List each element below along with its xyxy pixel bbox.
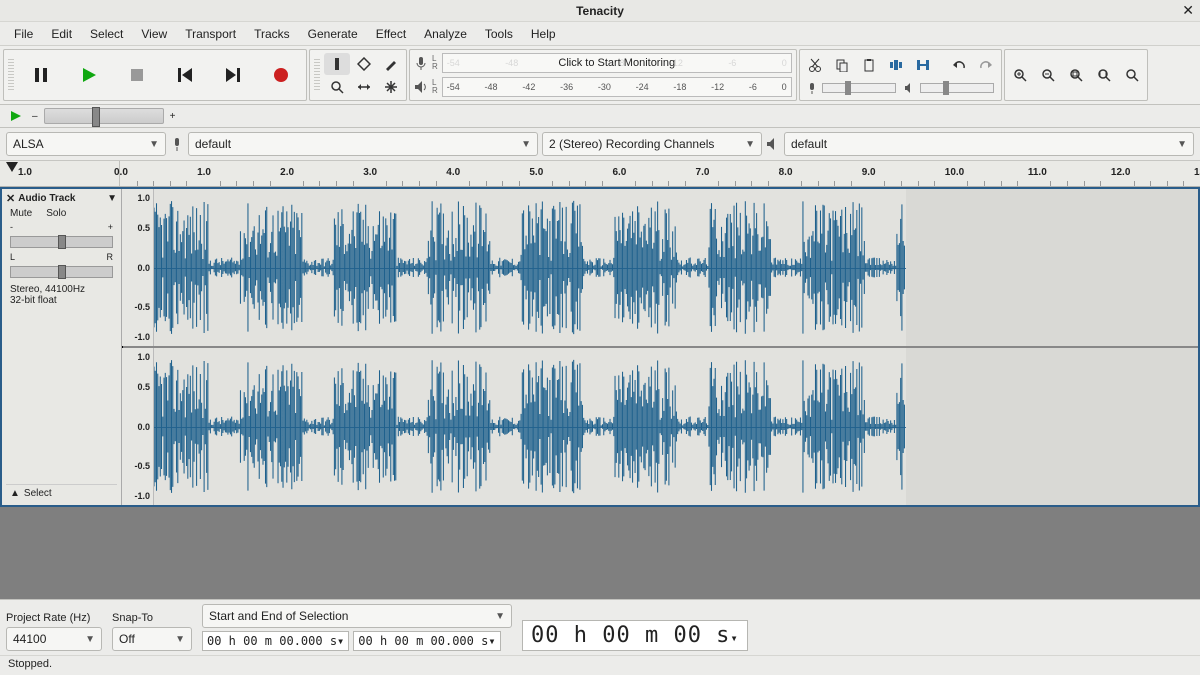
selection-start-time[interactable]: 00 h 00 m 00.000 s▾ bbox=[202, 631, 349, 651]
playback-device-combo[interactable]: default▼ bbox=[784, 132, 1194, 156]
draw-tool[interactable] bbox=[378, 53, 404, 75]
track-select-label[interactable]: Select bbox=[24, 488, 52, 499]
transport-toolbar bbox=[3, 49, 307, 101]
zoom-toolbar bbox=[1004, 49, 1148, 101]
mute-button[interactable]: Mute bbox=[10, 208, 32, 219]
menu-analyze[interactable]: Analyze bbox=[416, 23, 475, 45]
gain-slider[interactable] bbox=[10, 236, 113, 248]
track-control-panel[interactable]: ✕ Audio Track ▼ Mute Solo LR Stereo, 441… bbox=[2, 189, 122, 505]
mic-icon bbox=[170, 137, 184, 151]
tools-toolbar bbox=[309, 49, 407, 101]
copy-button[interactable] bbox=[829, 52, 855, 78]
multi-tool[interactable] bbox=[378, 76, 404, 98]
zoom-tool[interactable] bbox=[324, 76, 350, 98]
timeshift-tool[interactable] bbox=[351, 76, 377, 98]
tracks-area: ✕ Audio Track ▼ Mute Solo LR Stereo, 441… bbox=[0, 187, 1200, 599]
window-title: Tenacity bbox=[576, 4, 624, 18]
channel-left: 1.00.50.0-0.5-1.0 bbox=[122, 189, 1198, 348]
grip[interactable] bbox=[314, 59, 320, 91]
speaker-icon[interactable] bbox=[414, 80, 428, 94]
menubar: File Edit Select View Transport Tracks G… bbox=[0, 22, 1200, 46]
cut-button[interactable] bbox=[802, 52, 828, 78]
menu-tools[interactable]: Tools bbox=[477, 23, 521, 45]
selection-end-time[interactable]: 00 h 00 m 00.000 s▾ bbox=[353, 631, 500, 651]
skip-end-button[interactable] bbox=[210, 55, 256, 95]
mic-icon[interactable] bbox=[414, 56, 428, 70]
recording-meter[interactable]: -54 -48 -4 Click to Start Monitoring .8 … bbox=[442, 53, 792, 73]
play-at-speed-toolbar: – + bbox=[0, 105, 1200, 128]
snap-to-combo[interactable]: Off▼ bbox=[112, 627, 192, 651]
edit-toolbar bbox=[799, 49, 1002, 101]
paste-button[interactable] bbox=[856, 52, 882, 78]
monitoring-hint[interactable]: Click to Start Monitoring bbox=[443, 57, 791, 69]
waveform-left[interactable] bbox=[154, 189, 1198, 346]
stop-button[interactable] bbox=[114, 55, 160, 95]
track-name[interactable]: Audio Track bbox=[18, 193, 75, 204]
selection-tool[interactable] bbox=[324, 53, 350, 75]
envelope-tool[interactable] bbox=[351, 53, 377, 75]
play-button[interactable] bbox=[66, 55, 112, 95]
project-rate-combo[interactable]: 44100▼ bbox=[6, 627, 102, 651]
menu-help[interactable]: Help bbox=[523, 23, 564, 45]
playback-speed-slider[interactable] bbox=[44, 108, 164, 124]
menu-generate[interactable]: Generate bbox=[300, 23, 366, 45]
menu-select[interactable]: Select bbox=[82, 23, 131, 45]
lr-label: LR bbox=[432, 55, 438, 71]
timeline-marker-icon bbox=[6, 162, 18, 172]
menu-transport[interactable]: Transport bbox=[177, 23, 244, 45]
recording-channels-combo[interactable]: 2 (Stereo) Recording Channels▼ bbox=[542, 132, 762, 156]
track-format-info: Stereo, 44100Hz 32-bit float bbox=[6, 282, 117, 308]
zoom-out-button[interactable] bbox=[1035, 62, 1061, 88]
audio-position-display[interactable]: 00 h 00 m 00 s▾ bbox=[522, 620, 748, 651]
pause-button[interactable] bbox=[18, 55, 64, 95]
zoom-in-button[interactable] bbox=[1007, 62, 1033, 88]
menu-file[interactable]: File bbox=[6, 23, 41, 45]
fit-selection-button[interactable] bbox=[1063, 62, 1089, 88]
collapse-icon[interactable]: ▲ bbox=[10, 488, 20, 499]
device-toolbar: ALSA▼ default▼ 2 (Stereo) Recording Chan… bbox=[0, 128, 1200, 161]
solo-button[interactable]: Solo bbox=[46, 208, 66, 219]
close-button[interactable]: ✕ bbox=[1182, 2, 1194, 19]
timeline-ruler[interactable]: 1.0 0.01.02.03.04.05.06.07.08.09.010.011… bbox=[0, 161, 1200, 187]
record-button[interactable] bbox=[258, 55, 304, 95]
undo-button[interactable] bbox=[946, 52, 972, 78]
menu-tracks[interactable]: Tracks bbox=[246, 23, 298, 45]
channel-right: 1.00.50.0-0.5-1.0 bbox=[122, 348, 1198, 505]
menu-edit[interactable]: Edit bbox=[43, 23, 80, 45]
recording-volume-slider[interactable] bbox=[806, 82, 896, 94]
audio-host-combo[interactable]: ALSA▼ bbox=[6, 132, 166, 156]
skip-start-button[interactable] bbox=[162, 55, 208, 95]
meters-toolbar: LR -54 -48 -4 Click to Start Monitoring … bbox=[409, 49, 797, 101]
fit-project-button[interactable] bbox=[1091, 62, 1117, 88]
waveform-right[interactable] bbox=[154, 348, 1198, 505]
track-menu-button[interactable]: ▼ bbox=[107, 193, 117, 204]
lr-label: LR bbox=[432, 79, 438, 95]
status-text: Stopped. bbox=[8, 658, 52, 670]
pan-slider[interactable] bbox=[10, 266, 113, 278]
project-rate-label: Project Rate (Hz) bbox=[6, 612, 102, 624]
recording-device-combo[interactable]: default▼ bbox=[188, 132, 538, 156]
trim-button[interactable] bbox=[883, 52, 909, 78]
selection-toolbar: Project Rate (Hz) 44100▼ Snap-To Off▼ St… bbox=[0, 599, 1200, 655]
snap-to-label: Snap-To bbox=[112, 612, 192, 624]
titlebar: Tenacity ✕ bbox=[0, 0, 1200, 22]
menu-effect[interactable]: Effect bbox=[368, 23, 414, 45]
statusbar: Stopped. bbox=[0, 655, 1200, 675]
playback-meter[interactable]: -54 -48 -42 -36 -30 -24 -18 -12 -6 0 bbox=[442, 77, 792, 97]
selection-mode-combo[interactable]: Start and End of Selection▼ bbox=[202, 604, 512, 628]
redo-button[interactable] bbox=[973, 52, 999, 78]
playback-volume-slider[interactable] bbox=[904, 82, 994, 94]
toolbar-row: LR -54 -48 -4 Click to Start Monitoring … bbox=[0, 46, 1200, 105]
speaker-icon bbox=[766, 137, 780, 151]
track-close-button[interactable]: ✕ bbox=[6, 192, 15, 205]
amplitude-scale[interactable]: 1.00.50.0-0.5-1.0 bbox=[122, 189, 154, 346]
amplitude-scale[interactable]: 1.00.50.0-0.5-1.0 bbox=[122, 348, 154, 505]
menu-view[interactable]: View bbox=[133, 23, 175, 45]
grip[interactable] bbox=[8, 59, 14, 91]
zoom-toggle-button[interactable] bbox=[1119, 62, 1145, 88]
silence-button[interactable] bbox=[910, 52, 936, 78]
audio-track[interactable]: ✕ Audio Track ▼ Mute Solo LR Stereo, 441… bbox=[0, 187, 1200, 507]
play-at-speed-button[interactable] bbox=[6, 108, 26, 124]
